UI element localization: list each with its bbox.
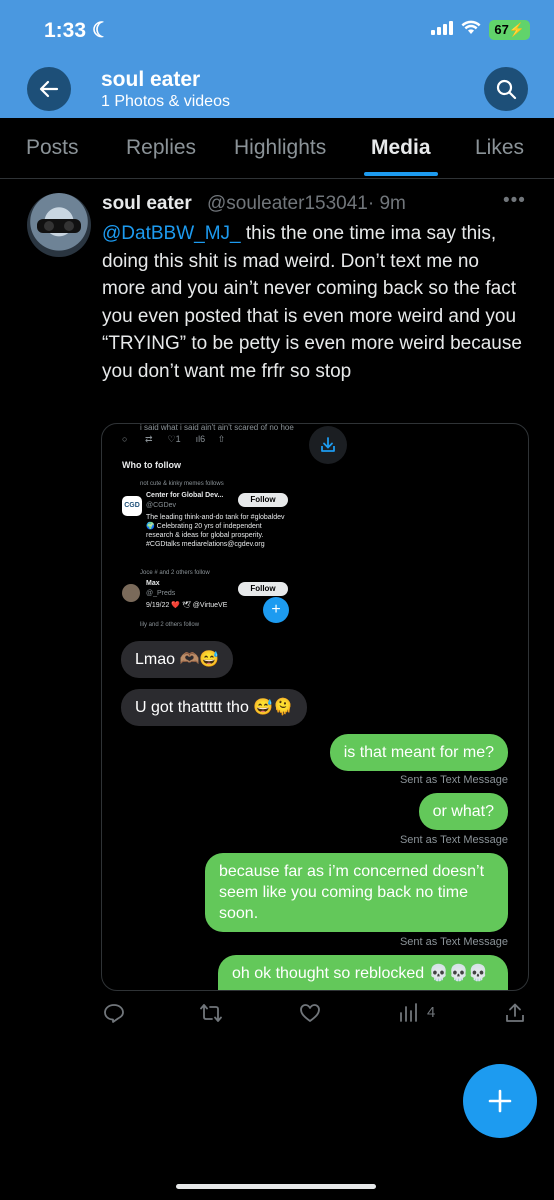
org-name: Center for Global Dev...	[146, 492, 224, 499]
sent-as-text-label: Sent as Text Message	[399, 936, 508, 948]
org-bio: The leading think-and-do tank for #globa…	[146, 514, 285, 548]
sent-as-text-label: Sent as Text Message	[399, 774, 508, 786]
views-button[interactable]: 4	[399, 1002, 435, 1022]
tweet-author-handle: @souleater153041· 9m	[207, 193, 406, 214]
message-bubble-outgoing: oh ok thought so reblocked 💀💀💀	[218, 955, 508, 990]
tweet-media-image[interactable]: i said what i said ain't ain't scared of…	[101, 423, 529, 991]
plus-icon	[488, 1089, 512, 1113]
home-indicator	[176, 1184, 376, 1189]
more-options-icon[interactable]: •••	[503, 190, 526, 212]
user-bio: 9/19/22 ❤️ 🕊 @VirtueVE	[146, 602, 228, 609]
status-time: 1:33 ☾	[44, 19, 111, 42]
views-count: 4	[427, 1003, 436, 1021]
share-icon	[506, 1003, 524, 1022]
retweet-button[interactable]	[199, 1002, 223, 1024]
inner-tweet-text: i said what i said ain't ain't scared of…	[140, 423, 294, 432]
reply-icon	[104, 1004, 124, 1023]
profile-tabs: Posts Replies Highlights Media Likes	[0, 118, 554, 179]
follow-context: not cute & kinky memes follows	[140, 481, 224, 487]
tab-media[interactable]: Media	[371, 136, 431, 160]
heart-icon	[300, 1004, 320, 1022]
status-indicators: 67⚡	[431, 20, 530, 40]
org-handle: @CGDev	[146, 502, 177, 509]
page-title: soul eater	[101, 68, 201, 91]
reply-button[interactable]	[103, 1002, 125, 1024]
message-bubble-outgoing: or what?	[418, 793, 508, 830]
compose-fab-small: +	[263, 597, 289, 623]
tab-replies[interactable]: Replies	[126, 136, 196, 160]
retweet-icon	[200, 1004, 222, 1022]
inner-action-row: ○ ⇄ ♡1 ıl6 ⇧	[122, 434, 226, 444]
mention-link[interactable]: @DatBBW_MJ_	[102, 223, 241, 244]
message-bubble-outgoing: is that meant for me?	[329, 734, 508, 771]
tab-posts[interactable]: Posts	[26, 136, 79, 160]
follow-context: Joce # and 2 others follow	[140, 570, 210, 576]
tweet-actions: 4	[0, 1002, 554, 1032]
back-button[interactable]	[27, 67, 71, 111]
follow-button[interactable]: Follow	[238, 582, 288, 596]
sent-as-text-label: Sent as Text Message	[399, 834, 508, 846]
message-bubble-incoming: Lmao 🫶🏽😅	[121, 641, 234, 678]
signal-icon	[431, 20, 454, 40]
avatar[interactable]	[27, 193, 91, 257]
follow-button[interactable]: Follow	[238, 493, 288, 507]
battery-indicator: 67⚡	[489, 20, 530, 40]
moon-icon: ☾	[91, 19, 111, 42]
org-logo: CGD	[122, 496, 142, 516]
views-icon	[400, 1003, 417, 1022]
tweet-text: @DatBBW_MJ_ this the one time ima say th…	[102, 223, 522, 382]
tweet-time: · 9m	[367, 193, 406, 214]
share-button[interactable]	[505, 1002, 525, 1024]
message-bubble-incoming: U got thattttt tho 😅🫠	[121, 689, 308, 726]
user-name: Max	[146, 580, 160, 587]
back-arrow-icon	[39, 80, 59, 98]
active-tab-indicator	[364, 172, 438, 176]
download-button[interactable]	[309, 426, 347, 464]
tab-likes[interactable]: Likes	[475, 136, 524, 160]
user-handle: @_Preds	[146, 590, 176, 597]
search-icon	[496, 79, 517, 100]
tab-highlights[interactable]: Highlights	[234, 136, 326, 160]
download-icon	[321, 437, 335, 452]
tweet-author-name[interactable]: soul eater	[102, 193, 192, 215]
profile-header: 1:33 ☾ 67⚡ soul eater 1 Photos & videos	[0, 0, 554, 118]
follow-context: lily and 2 others follow	[140, 622, 200, 628]
search-button[interactable]	[484, 67, 528, 111]
page-subtitle: 1 Photos & videos	[101, 93, 230, 110]
compose-button[interactable]	[463, 1064, 537, 1138]
wifi-icon	[461, 20, 481, 40]
like-button[interactable]	[299, 1002, 321, 1024]
who-to-follow-heading: Who to follow	[122, 460, 181, 470]
avatar	[122, 584, 140, 602]
message-bubble-outgoing: because far as i’m concerned doesn’t see…	[205, 853, 508, 932]
